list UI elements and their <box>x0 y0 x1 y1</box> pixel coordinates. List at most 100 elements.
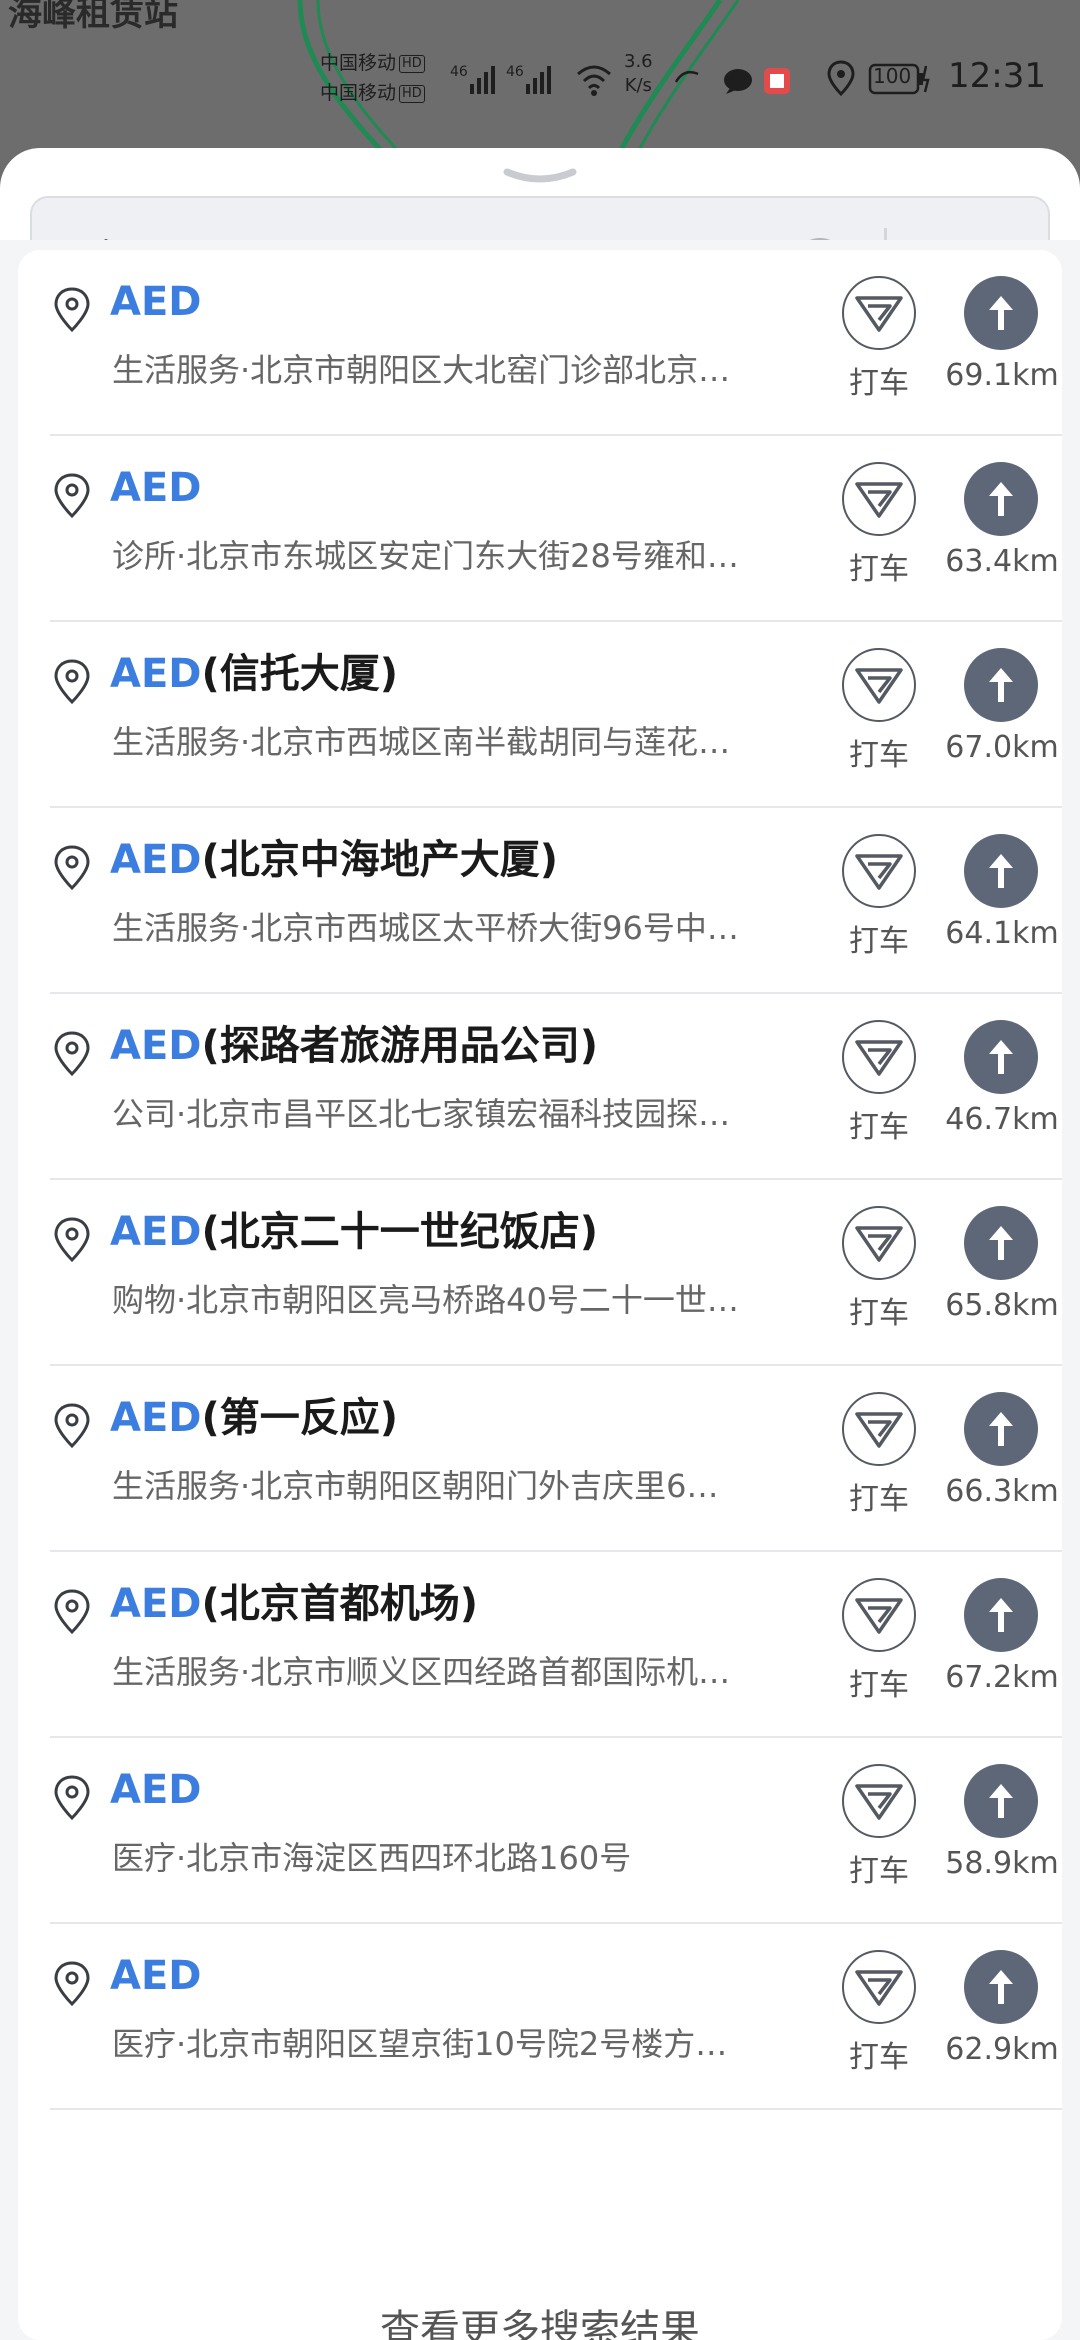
taxi-button[interactable]: 打车 <box>824 1944 934 2094</box>
taxi-icon <box>855 296 903 332</box>
taxi-icon <box>855 668 903 704</box>
taxi-icon-circle <box>842 1950 916 2024</box>
result-item[interactable]: AED 生活服务·北京市朝阳区大北窑门诊部北京… 打车 69.1km <box>18 250 1062 436</box>
navigate-icon-circle <box>964 276 1038 350</box>
navigate-icon-circle <box>964 648 1038 722</box>
navigation-arrow-icon <box>989 854 1013 888</box>
row-divider <box>50 2108 1062 2110</box>
taxi-icon-circle <box>842 1764 916 1838</box>
result-distance: 66.3km <box>945 1474 1059 1509</box>
result-title-highlight: AED <box>110 1023 202 1069</box>
location-icon <box>827 60 855 97</box>
navigate-button[interactable]: 67.0km <box>938 642 1062 792</box>
taxi-icon-circle <box>842 276 916 350</box>
result-distance: 62.9km <box>945 2032 1059 2067</box>
result-distance: 63.4km <box>945 544 1059 579</box>
taxi-icon <box>855 1784 903 1820</box>
result-title-highlight: AED <box>110 1767 202 1813</box>
result-subtitle: 生活服务·北京市西城区南半截胡同与莲花… <box>112 723 731 761</box>
navigate-button[interactable]: 64.1km <box>938 828 1062 978</box>
result-title: AED <box>110 1762 201 1818</box>
navigate-button[interactable]: 46.7km <box>938 1014 1062 1164</box>
result-distance: 46.7km <box>945 1102 1059 1137</box>
wifi-icon <box>577 65 611 96</box>
location-pin-icon <box>54 1403 90 1449</box>
location-pin-icon <box>54 1589 90 1635</box>
taxi-label: 打车 <box>849 366 909 401</box>
result-item[interactable]: AED 医疗·北京市海淀区西四环北路160号 打车 58.9km <box>18 1738 1062 1924</box>
navigate-button[interactable]: 67.2km <box>938 1572 1062 1722</box>
taxi-icon <box>855 1226 903 1262</box>
net-1-label: 46 <box>450 64 468 80</box>
result-title-highlight: AED <box>110 465 202 511</box>
result-distance: 65.8km <box>945 1288 1059 1323</box>
taxi-icon <box>855 1598 903 1634</box>
taxi-icon-circle <box>842 1206 916 1280</box>
result-title-highlight: AED <box>110 1581 202 1627</box>
navigate-button[interactable]: 62.9km <box>938 1944 1062 2094</box>
taxi-icon-circle <box>842 1578 916 1652</box>
taxi-icon <box>855 1040 903 1076</box>
navigation-arrow-icon <box>989 1970 1013 2004</box>
taxi-icon-circle <box>842 648 916 722</box>
taxi-button[interactable]: 打车 <box>824 1386 934 1536</box>
navigate-button[interactable]: 63.4km <box>938 456 1062 606</box>
hd-badge-2: HD <box>399 84 425 103</box>
result-subtitle: 医疗·北京市朝阳区望京街10号院2号楼方… <box>112 2025 728 2063</box>
result-distance: 67.2km <box>945 1660 1059 1695</box>
taxi-icon-circle <box>842 834 916 908</box>
taxi-button[interactable]: 打车 <box>824 1758 934 1908</box>
taxi-button[interactable]: 打车 <box>824 456 934 606</box>
navigation-arrow-icon <box>989 1412 1013 1446</box>
result-subtitle: 生活服务·北京市朝阳区朝阳门外吉庆里6… <box>112 1467 719 1505</box>
result-title: AED <box>110 460 201 516</box>
hd-badge-1: HD <box>399 54 425 73</box>
result-title: AED(探路者旅游用品公司) <box>110 1018 598 1074</box>
battery-indicator: 100 <box>868 62 930 96</box>
result-item[interactable]: AED(探路者旅游用品公司) 公司·北京市昌平区北七家镇宏福科技园探… 打车 46.7… <box>18 994 1062 1180</box>
result-title-highlight: AED <box>110 1953 202 1999</box>
result-title: AED <box>110 274 201 330</box>
taxi-button[interactable]: 打车 <box>824 828 934 978</box>
result-title: AED(北京二十一世纪饭店) <box>110 1204 598 1260</box>
result-title-rest: (第一反应) <box>201 1395 399 1441</box>
speed-unit: K/s <box>624 75 652 96</box>
taxi-button[interactable]: 打车 <box>824 1572 934 1722</box>
result-item[interactable]: AED(北京中海地产大厦) 生活服务·北京市西城区太平桥大街96号中… 打车 64.1… <box>18 808 1062 994</box>
taxi-icon <box>855 1970 903 2006</box>
result-item[interactable]: AED 诊所·北京市东城区安定门东大街28号雍和… 打车 63.4km <box>18 436 1062 622</box>
navigate-button[interactable]: 69.1km <box>938 270 1062 420</box>
more-results-link[interactable]: 查看更多搜索结果 <box>0 2300 1080 2340</box>
result-item[interactable]: AED 医疗·北京市朝阳区望京街10号院2号楼方… 打车 62.9km <box>18 1924 1062 2110</box>
navigate-button[interactable]: 66.3km <box>938 1386 1062 1536</box>
taxi-label: 打车 <box>849 738 909 773</box>
taxi-button[interactable]: 打车 <box>824 642 934 792</box>
result-item[interactable]: AED(信托大厦) 生活服务·北京市西城区南半截胡同与莲花… 打车 67.0km <box>18 622 1062 808</box>
sheet-collapse-handle-icon[interactable] <box>503 166 577 190</box>
taxi-icon <box>855 1412 903 1448</box>
taxi-button[interactable]: 打车 <box>824 270 934 420</box>
result-title-highlight: AED <box>110 279 202 325</box>
navigate-button[interactable]: 65.8km <box>938 1200 1062 1350</box>
result-item[interactable]: AED(北京二十一世纪饭店) 购物·北京市朝阳区亮马桥路40号二十一世… 打车 65.… <box>18 1180 1062 1366</box>
taxi-button[interactable]: 打车 <box>824 1200 934 1350</box>
net-2-label: 46 <box>506 64 524 80</box>
result-title-highlight: AED <box>110 1209 202 1255</box>
location-pin-icon <box>54 1217 90 1263</box>
navigate-button[interactable]: 58.9km <box>938 1758 1062 1908</box>
battery-percent: 100 <box>873 64 912 88</box>
result-title-rest: (探路者旅游用品公司) <box>201 1023 599 1069</box>
taxi-button[interactable]: 打车 <box>824 1014 934 1164</box>
location-pin-icon <box>54 473 90 519</box>
navigate-icon-circle <box>964 1020 1038 1094</box>
result-item[interactable]: AED(第一反应) 生活服务·北京市朝阳区朝阳门外吉庆里6… 打车 66.3km <box>18 1366 1062 1552</box>
app-screen: 海峰租赁站 中国移动 HD 中国移动 HD 46 46 3.6 K/s 100 … <box>0 0 1080 2340</box>
navigate-icon-circle <box>964 1764 1038 1838</box>
location-pin-icon <box>54 659 90 705</box>
result-title: AED(信托大厦) <box>110 646 398 702</box>
carrier-info: 中国移动 HD 中国移动 HD <box>320 48 425 108</box>
network-speed: 3.6 K/s <box>624 50 653 98</box>
navigate-icon-circle <box>964 462 1038 536</box>
result-item[interactable]: AED(北京首都机场) 生活服务·北京市顺义区四经路首都国际机… 打车 67.2km <box>18 1552 1062 1738</box>
navigation-arrow-icon <box>989 482 1013 516</box>
